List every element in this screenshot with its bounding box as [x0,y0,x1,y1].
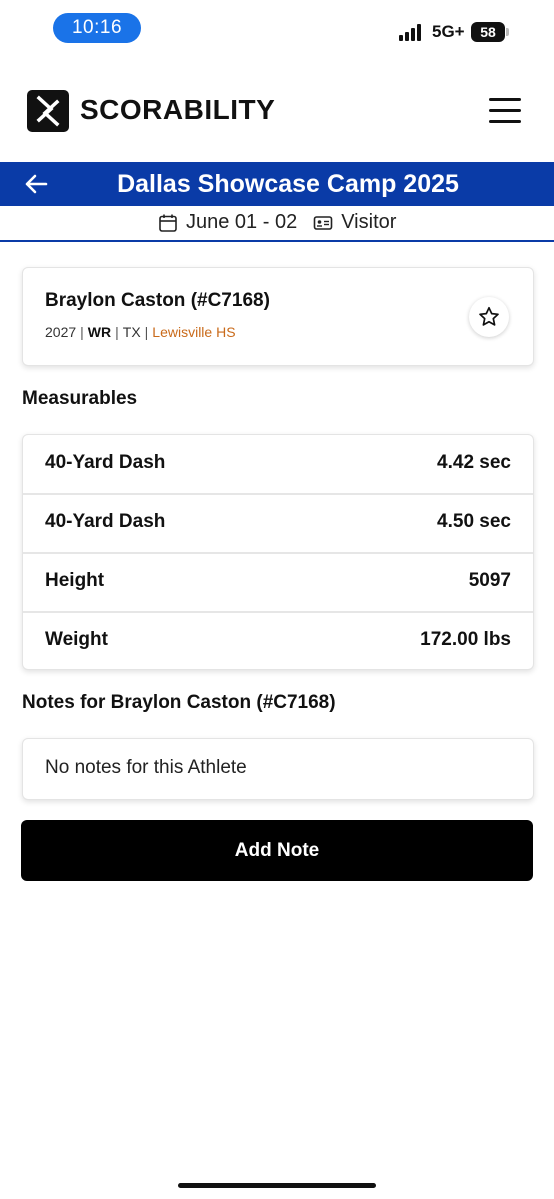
add-note-button[interactable]: Add Note [21,820,533,881]
measurables-card: 40-Yard Dash 4.42 sec 40-Yard Dash 4.50 … [22,434,534,670]
event-dates: June 01 - 02 [186,211,298,233]
athlete-class-year: 2027 [45,324,77,340]
star-icon [479,306,499,326]
measurable-value: 172.00 lbs [420,629,511,650]
brand-name[interactable]: SCORABILITY [80,94,275,126]
calendar-icon [159,214,177,232]
measurables-title: Measurables [22,388,138,409]
home-indicator[interactable] [178,1183,376,1188]
athlete-info: 2027 | WR | TX | Lewisville HS [45,324,236,340]
athlete-card: Braylon Caston (#C7168) 2027 | WR | TX | Lewis… [22,267,534,366]
hamburger-menu-icon[interactable] [486,96,522,126]
signal-icon [399,24,425,41]
measurable-value: 4.42 sec [437,452,511,473]
measurable-label: Weight [45,629,108,650]
athlete-school-link[interactable]: Lewisville HS [152,324,235,340]
event-role: Visitor [341,211,397,233]
battery-icon: 58 [471,22,509,42]
measurable-row: Weight 172.00 lbs [23,612,533,670]
event-meta: June 01 - 02 Visitor [0,206,554,242]
measurable-row: 40-Yard Dash 4.42 sec [23,435,533,495]
athlete-name: Braylon Caston (#C7168) [45,290,270,311]
network-label: 5G+ [432,22,465,41]
athlete-position: WR [87,324,112,340]
status-time: 10:16 [53,13,141,43]
event-title: Dallas Showcase Camp 2025 [117,170,459,198]
measurable-value: 5097 [468,570,511,591]
notes-card: No notes for this Athlete [22,738,534,800]
measurable-label: 40-Yard Dash [45,511,166,532]
measurable-row: Height 5097 [23,553,533,613]
id-card-icon [313,215,333,230]
scorability-logo-icon[interactable] [27,90,69,132]
measurable-value: 4.50 sec [437,511,511,532]
app-header: SCORABILITY [0,78,554,148]
status-bar: 10:16 5G+ 58 [0,0,554,60]
measurable-label: 40-Yard Dash [45,452,166,473]
athlete-state: TX [122,324,141,340]
back-arrow-icon[interactable] [22,170,50,198]
favorite-star-button[interactable] [469,297,509,337]
event-bar: Dallas Showcase Camp 2025 [0,162,554,206]
measurable-label: Height [45,570,105,591]
notes-empty-text: No notes for this Athlete [45,757,247,778]
notes-title: Notes for Braylon Caston (#C7168) [22,692,336,713]
measurable-row: 40-Yard Dash 4.50 sec [23,494,533,554]
